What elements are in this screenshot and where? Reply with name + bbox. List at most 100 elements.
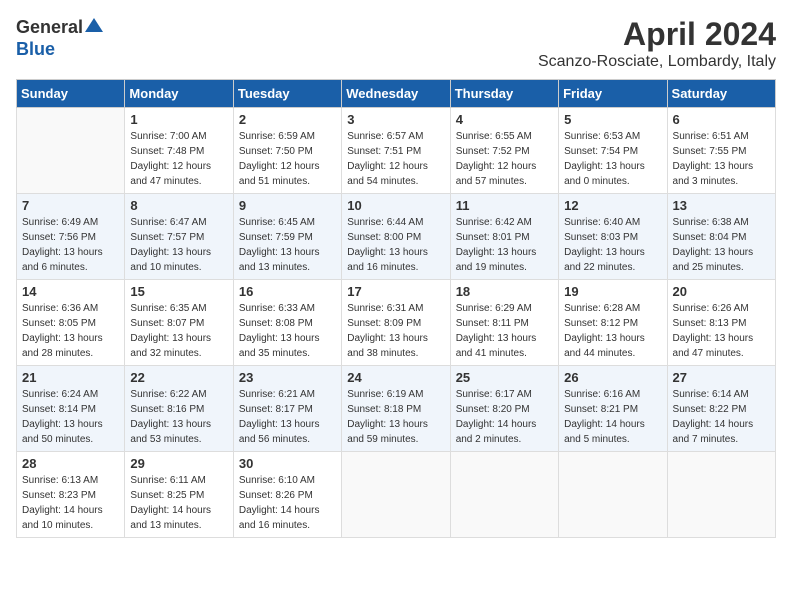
calendar-cell: 23 Sunrise: 6:21 AMSunset: 8:17 PMDayligh… bbox=[233, 366, 341, 452]
logo: General Blue bbox=[16, 16, 103, 60]
logo-icon bbox=[85, 16, 103, 34]
day-number: 23 bbox=[239, 370, 336, 385]
day-detail: Sunrise: 6:16 AMSunset: 8:21 PMDaylight:… bbox=[564, 387, 661, 447]
day-number: 11 bbox=[456, 198, 553, 213]
calendar-cell: 20Sunrise: 6:26 AMSunset: 8:13 PMDayligh… bbox=[667, 280, 775, 366]
calendar-week-row: 7 Sunrise: 6:49 AMSunset: 7:56 PMDaylight… bbox=[17, 194, 776, 280]
calendar-cell: 7 Sunrise: 6:49 AMSunset: 7:56 PMDaylight… bbox=[17, 194, 125, 280]
calendar-cell: 29 Sunrise: 6:11 AMSunset: 8:25 PMDayligh… bbox=[125, 452, 233, 538]
day-detail: Sunrise: 6:19 AMSunset: 8:18 PMDaylight:… bbox=[347, 387, 444, 447]
calendar-cell bbox=[342, 452, 450, 538]
col-sunday: Sunday bbox=[17, 80, 125, 108]
calendar-cell: 13Sunrise: 6:38 AMSunset: 8:04 PMDayligh… bbox=[667, 194, 775, 280]
col-wednesday: Wednesday bbox=[342, 80, 450, 108]
day-detail: Sunrise: 6:40 AMSunset: 8:03 PMDaylight:… bbox=[564, 215, 661, 275]
day-number: 7 bbox=[22, 198, 119, 213]
calendar-week-row: 1 Sunrise: 7:00 AMSunset: 7:48 PMDaylight… bbox=[17, 108, 776, 194]
calendar-cell: 25 Sunrise: 6:17 AMSunset: 8:20 PMDayligh… bbox=[450, 366, 558, 452]
calendar-cell: 9 Sunrise: 6:45 AMSunset: 7:59 PMDaylight… bbox=[233, 194, 341, 280]
day-number: 28 bbox=[22, 456, 119, 471]
calendar-cell: 6Sunrise: 6:51 AMSunset: 7:55 PMDaylight… bbox=[667, 108, 775, 194]
calendar-header-row: Sunday Monday Tuesday Wednesday Thursday… bbox=[17, 80, 776, 108]
day-number: 17 bbox=[347, 284, 444, 299]
calendar-cell: 16Sunrise: 6:33 AMSunset: 8:08 PMDayligh… bbox=[233, 280, 341, 366]
day-number: 5 bbox=[564, 112, 661, 127]
col-saturday: Saturday bbox=[667, 80, 775, 108]
day-number: 18 bbox=[456, 284, 553, 299]
calendar-cell: 10 Sunrise: 6:44 AMSunset: 8:00 PMDayligh… bbox=[342, 194, 450, 280]
day-detail: Sunrise: 6:45 AMSunset: 7:59 PMDaylight:… bbox=[239, 215, 336, 275]
day-detail: Sunrise: 6:47 AMSunset: 7:57 PMDaylight:… bbox=[130, 215, 227, 275]
title-area: April 2024 Scanzo-Rosciate, Lombardy, It… bbox=[538, 16, 776, 71]
page-title: April 2024 bbox=[538, 16, 776, 53]
calendar-cell: 2 Sunrise: 6:59 AMSunset: 7:50 PMDaylight… bbox=[233, 108, 341, 194]
day-detail: Sunrise: 6:36 AMSunset: 8:05 PMDaylight:… bbox=[22, 301, 119, 361]
day-detail: Sunrise: 6:14 AMSunset: 8:22 PMDaylight:… bbox=[673, 387, 770, 447]
calendar-week-row: 21 Sunrise: 6:24 AMSunset: 8:14 PMDayligh… bbox=[17, 366, 776, 452]
day-number: 12 bbox=[564, 198, 661, 213]
calendar-cell bbox=[559, 452, 667, 538]
day-number: 26 bbox=[564, 370, 661, 385]
day-detail: Sunrise: 6:24 AMSunset: 8:14 PMDaylight:… bbox=[22, 387, 119, 447]
calendar-cell: 5 Sunrise: 6:53 AMSunset: 7:54 PMDaylight… bbox=[559, 108, 667, 194]
col-tuesday: Tuesday bbox=[233, 80, 341, 108]
calendar-cell: 15 Sunrise: 6:35 AMSunset: 8:07 PMDayligh… bbox=[125, 280, 233, 366]
day-detail: Sunrise: 6:44 AMSunset: 8:00 PMDaylight:… bbox=[347, 215, 444, 275]
day-number: 10 bbox=[347, 198, 444, 213]
day-number: 13 bbox=[673, 198, 770, 213]
day-detail: Sunrise: 6:49 AMSunset: 7:56 PMDaylight:… bbox=[22, 215, 119, 275]
day-number: 29 bbox=[130, 456, 227, 471]
day-number: 4 bbox=[456, 112, 553, 127]
day-number: 14 bbox=[22, 284, 119, 299]
day-detail: Sunrise: 6:53 AMSunset: 7:54 PMDaylight:… bbox=[564, 129, 661, 189]
day-detail: Sunrise: 6:51 AMSunset: 7:55 PMDaylight:… bbox=[673, 129, 770, 189]
day-detail: Sunrise: 6:22 AMSunset: 8:16 PMDaylight:… bbox=[130, 387, 227, 447]
day-number: 2 bbox=[239, 112, 336, 127]
day-number: 25 bbox=[456, 370, 553, 385]
calendar-week-row: 28 Sunrise: 6:13 AMSunset: 8:23 PMDayligh… bbox=[17, 452, 776, 538]
day-number: 3 bbox=[347, 112, 444, 127]
day-detail: Sunrise: 6:17 AMSunset: 8:20 PMDaylight:… bbox=[456, 387, 553, 447]
calendar-cell: 17Sunrise: 6:31 AMSunset: 8:09 PMDayligh… bbox=[342, 280, 450, 366]
calendar-cell: 12 Sunrise: 6:40 AMSunset: 8:03 PMDayligh… bbox=[559, 194, 667, 280]
day-detail: Sunrise: 6:57 AMSunset: 7:51 PMDaylight:… bbox=[347, 129, 444, 189]
col-friday: Friday bbox=[559, 80, 667, 108]
calendar-cell bbox=[17, 108, 125, 194]
calendar-cell bbox=[667, 452, 775, 538]
calendar-cell: 1 Sunrise: 7:00 AMSunset: 7:48 PMDaylight… bbox=[125, 108, 233, 194]
calendar-cell: 27 Sunrise: 6:14 AMSunset: 8:22 PMDayligh… bbox=[667, 366, 775, 452]
calendar-cell: 22Sunrise: 6:22 AMSunset: 8:16 PMDayligh… bbox=[125, 366, 233, 452]
calendar-cell: 30 Sunrise: 6:10 AMSunset: 8:26 PMDayligh… bbox=[233, 452, 341, 538]
calendar-cell: 18 Sunrise: 6:29 AMSunset: 8:11 PMDayligh… bbox=[450, 280, 558, 366]
day-number: 9 bbox=[239, 198, 336, 213]
page-subtitle: Scanzo-Rosciate, Lombardy, Italy bbox=[538, 53, 776, 71]
day-number: 20 bbox=[673, 284, 770, 299]
day-number: 15 bbox=[130, 284, 227, 299]
day-detail: Sunrise: 6:21 AMSunset: 8:17 PMDaylight:… bbox=[239, 387, 336, 447]
calendar-table: Sunday Monday Tuesday Wednesday Thursday… bbox=[16, 79, 776, 538]
day-number: 8 bbox=[130, 198, 227, 213]
day-detail: Sunrise: 7:00 AMSunset: 7:48 PMDaylight:… bbox=[130, 129, 227, 189]
day-number: 27 bbox=[673, 370, 770, 385]
day-detail: Sunrise: 6:13 AMSunset: 8:23 PMDaylight:… bbox=[22, 473, 119, 533]
calendar-week-row: 14 Sunrise: 6:36 AMSunset: 8:05 PMDayligh… bbox=[17, 280, 776, 366]
logo-blue-text: Blue bbox=[16, 39, 55, 59]
calendar-cell: 8 Sunrise: 6:47 AMSunset: 7:57 PMDaylight… bbox=[125, 194, 233, 280]
day-detail: Sunrise: 6:10 AMSunset: 8:26 PMDaylight:… bbox=[239, 473, 336, 533]
day-detail: Sunrise: 6:35 AMSunset: 8:07 PMDaylight:… bbox=[130, 301, 227, 361]
day-detail: Sunrise: 6:59 AMSunset: 7:50 PMDaylight:… bbox=[239, 129, 336, 189]
logo-general-text: General bbox=[16, 17, 83, 38]
day-detail: Sunrise: 6:55 AMSunset: 7:52 PMDaylight:… bbox=[456, 129, 553, 189]
day-detail: Sunrise: 6:29 AMSunset: 8:11 PMDaylight:… bbox=[456, 301, 553, 361]
day-number: 21 bbox=[22, 370, 119, 385]
header: General Blue April 2024 Scanzo-Rosciate,… bbox=[16, 16, 776, 71]
col-thursday: Thursday bbox=[450, 80, 558, 108]
day-number: 1 bbox=[130, 112, 227, 127]
calendar-cell: 19Sunrise: 6:28 AMSunset: 8:12 PMDayligh… bbox=[559, 280, 667, 366]
day-detail: Sunrise: 6:11 AMSunset: 8:25 PMDaylight:… bbox=[130, 473, 227, 533]
day-number: 19 bbox=[564, 284, 661, 299]
calendar-cell: 24Sunrise: 6:19 AMSunset: 8:18 PMDayligh… bbox=[342, 366, 450, 452]
day-number: 30 bbox=[239, 456, 336, 471]
calendar-cell bbox=[450, 452, 558, 538]
day-detail: Sunrise: 6:42 AMSunset: 8:01 PMDaylight:… bbox=[456, 215, 553, 275]
